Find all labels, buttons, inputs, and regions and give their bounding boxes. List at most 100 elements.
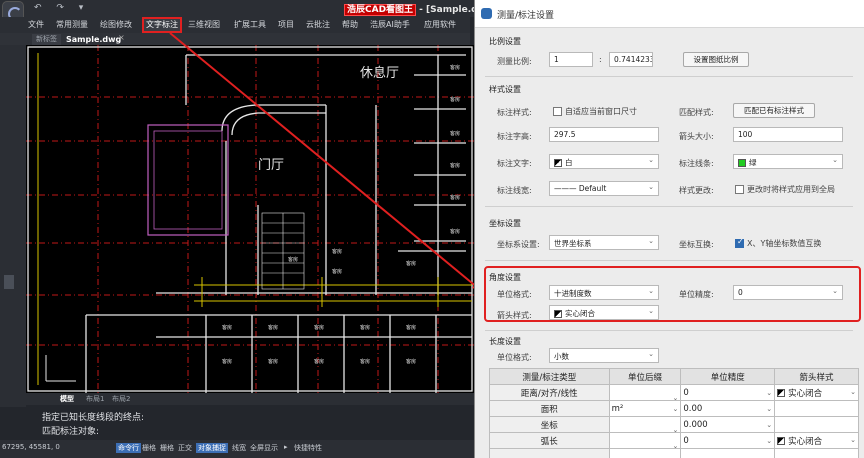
arrow-cell[interactable]: 实心闭合 ⌄ (774, 432, 859, 449)
color-swatch-icon (738, 159, 746, 167)
table-row: 距离/对齐/线性 ⌄ 0 ⌄ 实心闭合 ⌄ (489, 384, 859, 402)
angle-unit-value: 十进制度数 (554, 289, 592, 298)
precision-value: 0 (683, 387, 689, 398)
arrow-size-input[interactable]: 100 (733, 127, 843, 142)
row-type: 坐标 (489, 416, 610, 433)
coord-swap-label: 坐标互换: (679, 240, 714, 249)
arrow-style-icon (777, 389, 786, 397)
suffix-cell[interactable] (608, 448, 682, 458)
chevron-down-icon: ⌄ (648, 287, 654, 295)
column-header: 测量/标注类型 (489, 368, 610, 385)
length-unit-label: 单位格式: (497, 353, 532, 362)
divider (485, 260, 853, 261)
arrow-cell[interactable]: 实心闭合 ⌄ (774, 384, 859, 401)
chevron-down-icon: ⌄ (672, 393, 679, 402)
suffix-cell[interactable]: m² ⌄ (608, 400, 682, 417)
set-paper-scale-button[interactable]: 设置图纸比例 (683, 52, 749, 67)
chevron-down-icon: ⌄ (648, 183, 654, 191)
coord-swap-check-label: X、Y轴坐标数值互换 (747, 239, 822, 248)
dim-style-label: 标注样式: (497, 108, 532, 117)
chevron-down-icon: ⌄ (648, 237, 654, 245)
suffix-cell[interactable]: ⌄ (608, 384, 682, 402)
coord-system-select[interactable]: 世界坐标系 ⌄ (549, 235, 659, 250)
precision-value: 0.00 (683, 403, 703, 414)
section-length: 长度设置 (489, 337, 521, 346)
angle-arrow-label: 箭头样式: (497, 311, 532, 320)
scale-right-input[interactable]: 0.7414233 (609, 52, 653, 67)
precision-cell[interactable]: 0.000 ⌄ (680, 416, 776, 433)
chevron-down-icon: ⌄ (672, 425, 679, 434)
text-height-input[interactable]: 297.5 (549, 127, 659, 142)
angle-unit-label: 单位格式: (497, 290, 532, 299)
precision-cell[interactable]: 0 ⌄ (680, 384, 776, 401)
divider (485, 206, 853, 207)
suffix-value: m² (611, 403, 624, 414)
text-height-label: 标注字高: (497, 132, 532, 141)
angle-unit-select[interactable]: 十进制度数 ⌄ (549, 285, 659, 300)
scale-label: 测量比例: (497, 57, 532, 66)
coord-system-value: 世界坐标系 (554, 239, 592, 248)
dim-lineweight-value: ——— Default (554, 184, 607, 193)
chevron-down-icon: ⌄ (672, 404, 679, 413)
match-style-label: 匹配样式: (679, 108, 714, 117)
precision-cell[interactable]: 0.00 ⌄ (680, 400, 776, 417)
precision-cell[interactable] (680, 448, 776, 458)
chevron-down-icon: ⌄ (648, 350, 654, 358)
section-style: 样式设置 (489, 85, 521, 94)
apply-global-checkbox[interactable] (735, 185, 744, 194)
chevron-down-icon: ⌄ (832, 287, 838, 295)
dim-text-color-select[interactable]: 白 ⌄ (549, 154, 659, 169)
dim-lineweight-label: 标注线宽: (497, 186, 532, 195)
length-unit-value: 小数 (554, 352, 569, 361)
section-scale: 比例设置 (489, 37, 521, 46)
coord-system-label: 坐标系设置: (497, 240, 540, 249)
angle-precision-label: 单位精度: (679, 290, 714, 299)
table-row: 坐标 ⌄ 0.000 ⌄ (489, 416, 859, 434)
table-row: 面积 m² ⌄ 0.00 ⌄ (489, 400, 859, 417)
row-type (489, 448, 610, 458)
style-change-label: 样式更改: (679, 186, 714, 195)
arrow-cell[interactable] (774, 448, 859, 458)
arrow-style-icon (777, 437, 786, 445)
precision-value: 0 (683, 435, 689, 446)
arrow-size-label: 箭头大小: (679, 132, 714, 141)
section-coord: 坐标设置 (489, 219, 521, 228)
chevron-down-icon: ⌄ (672, 441, 679, 450)
match-existing-style-button[interactable]: 匹配已有标注样式 (733, 103, 815, 118)
dialog-title: 测量/标注设置 (497, 11, 555, 21)
length-unit-select[interactable]: 小数 ⌄ (549, 348, 659, 363)
divider (485, 76, 853, 77)
adaptive-size-label: 自适应当前窗口尺寸 (565, 107, 637, 116)
precision-cell[interactable]: 0 ⌄ (680, 432, 776, 449)
dialog-header[interactable]: 测量/标注设置 (475, 0, 864, 28)
dim-lineweight-select[interactable]: ——— Default ⌄ (549, 181, 659, 196)
precision-value: 0.000 (683, 419, 708, 430)
angle-arrow-value: 实心闭合 (565, 309, 595, 318)
arrow-cell (774, 416, 859, 433)
chevron-down-icon: ⌄ (766, 388, 773, 397)
measure-dim-settings-dialog: 测量/标注设置 比例设置 测量比例: 1 : 0.7414233 设置图纸比例 … (474, 0, 864, 458)
arrow-cell (774, 400, 859, 417)
coord-swap-checkbox[interactable] (735, 237, 744, 248)
arrow-style-icon (554, 310, 562, 318)
suffix-cell[interactable]: ⌄ (608, 432, 682, 450)
angle-precision-select[interactable]: 0 ⌄ (733, 285, 843, 300)
dim-text-label: 标注文字: (497, 159, 532, 168)
table-row: 弧长 ⌄ 0 ⌄ 实心闭合 ⌄ (489, 432, 859, 450)
app-root: ↶ ↷ ▾ 浩辰CAD看图王 - [Sample.dwg] 文件 常用测量 绘图… (0, 0, 864, 458)
chevron-down-icon: ⌄ (850, 387, 856, 396)
dim-line-color-select[interactable]: 绿 ⌄ (733, 154, 843, 169)
adaptive-size-checkbox[interactable] (553, 107, 562, 116)
table-row (489, 448, 859, 458)
dim-line-label: 标注线条: (679, 159, 714, 168)
row-type: 弧长 (489, 432, 610, 449)
scale-colon: : (599, 55, 602, 64)
dim-line-color-value: 绿 (749, 158, 757, 167)
row-type: 面积 (489, 400, 610, 417)
scale-left-input[interactable]: 1 (549, 52, 593, 67)
suffix-cell[interactable]: ⌄ (608, 416, 682, 434)
column-header: 箭头样式 (774, 368, 859, 385)
section-angle: 角度设置 (489, 273, 521, 282)
angle-arrow-select[interactable]: 实心闭合 ⌄ (549, 305, 659, 320)
length-settings-table: 测量/标注类型 单位后缀 单位精度 箭头样式 距离/对齐/线性 ⌄ 0 ⌄ 实心闭… (489, 368, 859, 458)
